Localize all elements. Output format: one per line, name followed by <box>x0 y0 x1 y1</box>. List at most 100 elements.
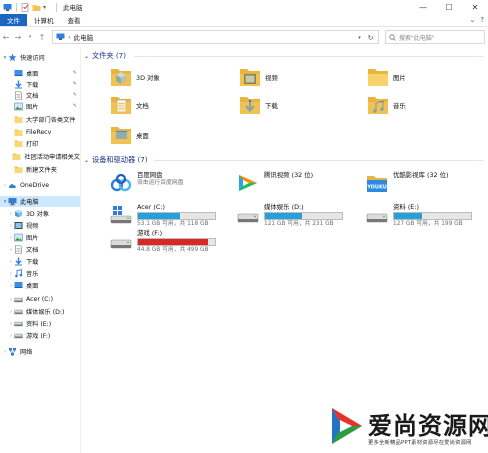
maximize-button[interactable]: ☐ <box>436 0 462 14</box>
desktop-icon <box>14 69 23 78</box>
pin-icon[interactable]: ✎ <box>73 81 77 87</box>
drive-item[interactable]: Acer (C:) 53.1 GB 可用，共 118 GB <box>110 203 216 228</box>
sidebar-item-folder[interactable]: FileRecv <box>0 127 80 138</box>
folder-item[interactable]: 3D 对象 <box>110 67 160 87</box>
drive-usage-fill <box>138 213 181 219</box>
search-placeholder: 搜索"此电脑" <box>399 34 435 42</box>
breadcrumb[interactable]: 此电脑 <box>74 32 94 42</box>
sidebar-item-folder[interactable]: 社团活动申请相关文 <box>0 151 80 162</box>
folder-item[interactable]: 桌面 <box>110 125 149 145</box>
sidebar-item-folder[interactable]: 打印 <box>0 138 80 149</box>
tab-view[interactable]: 查看 <box>61 14 88 26</box>
folder-label: 文档 <box>136 101 149 110</box>
app-icon[interactable] <box>3 3 12 12</box>
sidebar-item-desktop[interactable]: 桌面 ✎ <box>0 68 80 79</box>
folder-label: 音乐 <box>393 101 406 110</box>
forward-arrow-icon[interactable]: → <box>12 30 24 44</box>
app-item[interactable]: 百度网盘 双击运行百度网盘 <box>110 171 183 193</box>
drive-item[interactable]: 资料 (E:) 127 GB 可用，共 199 GB <box>366 203 472 228</box>
sidebar-item-picture[interactable]: 图片 ✎ <box>0 101 80 112</box>
sidebar-item-label: 打印 <box>26 141 39 148</box>
folder-item[interactable]: 音乐 <box>367 95 406 115</box>
back-arrow-icon[interactable]: ← <box>0 30 12 44</box>
watermark-subtitle: 更多全新精品PPT素材资源尽在爱尚资源网 <box>368 440 472 446</box>
sidebar-item-document[interactable]: › 文档 <box>0 244 80 255</box>
content-pane: ⌄ 文件夹 (7) ⌄ 设备和驱动器 (7) 3D 对象 视频 图片文档 下载 音乐桌面… <box>82 47 488 453</box>
sidebar-item-download[interactable]: › 下载 <box>0 256 80 267</box>
drive-usage-fill <box>265 213 302 219</box>
app-item[interactable]: YOUKU 优酷影视库 (32 位) <box>366 171 449 193</box>
address-dropdown-icon[interactable]: ▾ <box>354 33 365 43</box>
sidebar-item-music[interactable]: › 音乐 <box>0 268 80 279</box>
baidu-netdisk-icon <box>110 173 132 193</box>
picture-icon <box>14 102 23 111</box>
sidebar-item-folder[interactable]: 大学部门各类文件 <box>0 114 80 125</box>
tab-file[interactable]: 文件 <box>0 14 27 26</box>
sidebar-item-picture[interactable]: › 图片 <box>0 232 80 243</box>
app-name: 腾讯视频 (32 位) <box>264 171 314 179</box>
sidebar-item-label: 新建文件夹 <box>26 167 57 174</box>
folder-item[interactable]: 下载 <box>239 95 278 115</box>
sidebar-item-folder[interactable]: 新建文件夹 <box>0 164 80 175</box>
picture-icon <box>14 233 23 242</box>
recent-locations-icon[interactable]: ▾ <box>24 30 36 44</box>
devices-group-header[interactable]: ⌄ 设备和驱动器 (7) <box>84 155 148 165</box>
drive-icon <box>110 231 132 251</box>
search-input[interactable]: 搜索"此电脑" <box>385 30 485 44</box>
sidebar-item-label: 资料 (E:) <box>26 321 52 328</box>
sidebar-item-download[interactable]: 下载 ✎ <box>0 79 80 90</box>
folder-item[interactable]: 视频 <box>239 67 278 87</box>
drive-icon <box>14 319 23 328</box>
pin-icon[interactable]: ✎ <box>73 103 77 109</box>
new-folder-icon[interactable] <box>32 3 41 12</box>
folder-label: 视频 <box>265 73 278 82</box>
document-icon <box>14 245 23 254</box>
drive-info: 资料 (E:) 127 GB 可用，共 199 GB <box>393 203 472 228</box>
sidebar-item-cloud[interactable]: › OneDrive <box>0 180 80 191</box>
pin-icon[interactable]: ✎ <box>73 92 77 98</box>
sidebar-item-label: 媒体娱乐 (D:) <box>26 309 65 316</box>
folders-group-header[interactable]: ⌄ 文件夹 (7) <box>84 51 126 61</box>
sidebar-item-cube[interactable]: › 3D 对象 <box>0 208 80 219</box>
address-bar[interactable]: › 此电脑 ▾ ↻ <box>52 30 379 44</box>
sidebar-item-star[interactable]: ▾ 快速访问 <box>0 52 80 63</box>
sidebar-item-drive[interactable]: › 媒体娱乐 (D:) <box>0 306 80 317</box>
folder-icon <box>14 139 23 148</box>
sidebar-item-label: 视频 <box>26 223 39 230</box>
sidebar-item-document[interactable]: 文档 ✎ <box>0 90 80 101</box>
app-item[interactable]: 腾讯视频 (32 位) <box>237 171 313 193</box>
minimize-button[interactable]: — <box>410 0 436 14</box>
sidebar-item-drive[interactable]: › 资料 (E:) <box>0 318 80 329</box>
tab-computer[interactable]: 计算机 <box>27 14 61 26</box>
sidebar-item-drive[interactable]: › Acer (C:) <box>0 294 80 305</box>
folder-item[interactable]: 图片 <box>367 67 406 87</box>
drive-size-text: 127 GB 可用，共 199 GB <box>393 221 463 227</box>
music-icon <box>14 269 23 278</box>
customize-toolbar-icon[interactable]: ▾ <box>43 3 52 12</box>
help-icon[interactable]: ? <box>480 16 484 24</box>
drive-item[interactable]: 游戏 (F:) 44.8 GB 可用，共 499 GB <box>110 229 216 254</box>
picture-folder-icon <box>367 67 389 87</box>
close-button[interactable]: ✕ <box>462 0 488 14</box>
sidebar-item-label: Acer (C:) <box>26 296 54 303</box>
sidebar-item-computer[interactable]: ▾ 此电脑 <box>0 196 80 207</box>
properties-icon[interactable] <box>21 2 30 12</box>
sidebar-item-label: 快速访问 <box>20 55 45 62</box>
sidebar-item-drive[interactable]: › 游戏 (F:) <box>0 330 80 341</box>
drive-name: 游戏 (F:) <box>137 229 163 237</box>
sidebar-item-network[interactable]: › 网络 <box>0 346 80 357</box>
desktop-folder-icon <box>110 125 132 145</box>
collapse-chevron-icon: ⌄ <box>84 52 90 60</box>
sidebar-item-desktop[interactable]: › 桌面 <box>0 280 80 291</box>
ribbon-right-controls: ⌄ ? <box>469 16 484 24</box>
up-arrow-icon[interactable]: ↑ <box>36 30 48 44</box>
sidebar-item-video[interactable]: › 视频 <box>0 220 80 231</box>
refresh-icon[interactable]: ↻ <box>365 33 376 43</box>
pin-icon[interactable]: ✎ <box>73 70 77 76</box>
expand-ribbon-icon[interactable]: ⌄ <box>469 16 475 24</box>
sidebar-item-label: 音乐 <box>26 271 39 278</box>
folder-label: 图片 <box>393 73 406 82</box>
folder-item[interactable]: 文档 <box>110 95 149 115</box>
app-info: 腾讯视频 (32 位) <box>264 171 313 179</box>
drive-item[interactable]: 媒体娱乐 (D:) 121 GB 可用，共 231 GB <box>237 203 343 228</box>
